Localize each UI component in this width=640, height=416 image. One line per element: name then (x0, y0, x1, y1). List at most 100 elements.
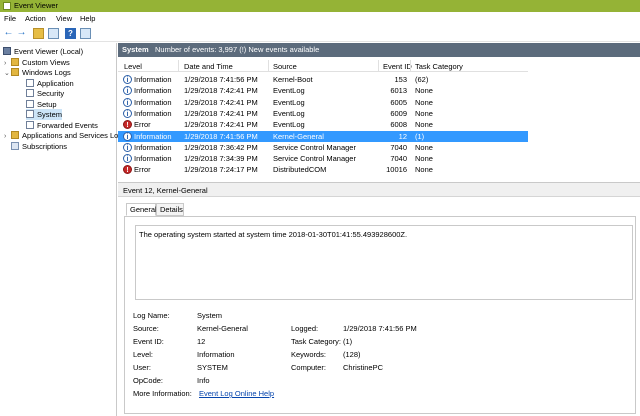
console-tree-icon[interactable] (48, 28, 59, 39)
tree-item-label: Application (37, 78, 74, 88)
window-title: Event Viewer (14, 1, 59, 10)
event-id-cell: 153 (394, 75, 407, 84)
menu-view[interactable]: View (56, 14, 72, 23)
menu-bar: File Action View Help (0, 12, 640, 25)
forward-arrow-icon[interactable]: → (16, 28, 27, 39)
information-icon: i (123, 108, 132, 118)
table-row[interactable]: i Information 1/29/2018 7:42:41 PM EventLog… (118, 97, 528, 108)
navigation-tree: Event Viewer (Local) › Custom Views ⌄ Window… (0, 43, 118, 416)
value-opcode[interactable]: Info (197, 376, 210, 385)
event-message[interactable]: The operating system started at system t… (135, 225, 633, 300)
log-icon (26, 78, 34, 87)
menu-help[interactable]: Help (80, 14, 95, 23)
value-computer[interactable]: ChristinePC (343, 363, 383, 372)
event-detail-panel: Event 12, Kernel-General General Details… (118, 182, 640, 416)
log-name-heading: System (122, 45, 149, 54)
task-category-cell: None (415, 108, 433, 118)
column-task-category[interactable]: Task Category (415, 62, 463, 71)
event-log-online-help-link[interactable]: Event Log Online Help (199, 389, 274, 398)
table-row[interactable]: ! Error 1/29/2018 7:42:41 PM EventLog 6008 No… (118, 119, 528, 130)
tree-item-windows-logs[interactable]: ⌄ Windows Logs (4, 67, 71, 78)
table-row[interactable]: i Information 1/29/2018 7:36:42 PM Service … (118, 142, 528, 153)
event-id-cell: 7040 (390, 142, 407, 152)
log-icon (26, 120, 34, 129)
column-source[interactable]: Source (273, 62, 297, 71)
value-task-category[interactable]: (1) (343, 337, 352, 346)
title-bar: Event Viewer (0, 0, 640, 12)
event-count: Number of events: 3,997 (!) New events a… (155, 45, 320, 54)
detail-header: Event 12, Kernel-General (118, 183, 640, 197)
task-category-cell: (62) (415, 75, 429, 84)
tree-item-label: Forwarded Events (37, 120, 98, 130)
value-logged[interactable]: 1/29/2018 7:41:56 PM (343, 324, 417, 333)
label-opcode: OpCode: (133, 376, 164, 385)
information-icon: i (123, 131, 132, 141)
label-more-information: More Information: (133, 389, 192, 398)
tree-item-system[interactable]: System (26, 109, 63, 120)
level-cell: Information (134, 108, 172, 118)
value-keywords[interactable]: (128) (343, 350, 361, 359)
tab-general[interactable]: General (126, 203, 157, 216)
label-logged: Logged: (291, 324, 319, 333)
expand-chevron-icon[interactable]: ⌄ (4, 68, 11, 79)
label-task-category: Task Category: (291, 337, 342, 346)
date-time-cell: 1/29/2018 7:42:41 PM (184, 120, 258, 130)
label-user: User: (133, 363, 151, 372)
label-keywords: Keywords: (291, 350, 327, 359)
date-time-cell: 1/29/2018 7:41:56 PM (184, 75, 258, 84)
tree-item-application[interactable]: Application (26, 78, 74, 89)
log-icon (26, 99, 34, 108)
value-log-name[interactable]: System (197, 311, 222, 320)
value-event-id[interactable]: 12 (197, 337, 205, 346)
properties-icon[interactable] (80, 28, 91, 39)
table-row[interactable]: i Information 1/29/2018 7:34:39 PM Service … (118, 153, 528, 164)
label-log-name: Log Name: (133, 311, 170, 320)
open-folder-icon[interactable] (33, 28, 44, 39)
value-user[interactable]: SYSTEM (197, 363, 228, 372)
tree-item-event-viewer-local[interactable]: Event Viewer (Local) (3, 46, 83, 57)
help-icon[interactable]: ? (65, 28, 76, 39)
event-id-cell: 10016 (386, 165, 407, 175)
date-time-cell: 1/29/2018 7:34:39 PM (184, 154, 258, 164)
tree-item-setup[interactable]: Setup (26, 99, 57, 110)
tree-item-label: Applications and Services Lo (22, 131, 119, 140)
tree-item-subscriptions[interactable]: Subscriptions (4, 141, 67, 152)
value-source[interactable]: Kernel-General (197, 324, 248, 333)
tab-details[interactable]: Details (156, 203, 184, 216)
table-row[interactable]: i Information 1/29/2018 7:42:41 PM EventLog… (118, 108, 528, 119)
source-cell: Service Control Manager (273, 142, 356, 152)
table-row[interactable]: i Information 1/29/2018 7:42:41 PM EventLog… (118, 85, 528, 96)
error-icon: ! (123, 165, 132, 175)
subscriptions-icon (11, 141, 19, 150)
back-arrow-icon[interactable]: ← (3, 28, 14, 39)
tree-item-security[interactable]: Security (26, 88, 64, 99)
event-id-cell: 7040 (390, 154, 407, 164)
menu-file[interactable]: File (4, 14, 16, 23)
log-header: System Number of events: 3,997 (!) New e… (118, 43, 640, 57)
tree-item-custom-views[interactable]: › Custom Views (4, 57, 70, 68)
event-viewer-app-icon (3, 2, 11, 10)
source-cell: EventLog (273, 120, 305, 130)
column-level[interactable]: Level (124, 62, 142, 71)
table-row[interactable]: i Information 1/29/2018 7:41:56 PM Kernel-B… (118, 74, 528, 85)
date-time-cell: 1/29/2018 7:42:41 PM (184, 108, 258, 118)
folder-icon (11, 131, 19, 139)
task-category-cell: None (415, 86, 433, 96)
toolbar: ← → ? (0, 25, 640, 42)
date-time-cell: 1/29/2018 7:36:42 PM (184, 142, 258, 152)
tree-item-forwarded-events[interactable]: Forwarded Events (26, 120, 98, 131)
column-event-id[interactable]: Event ID (383, 62, 412, 71)
menu-action[interactable]: Action (25, 14, 46, 23)
table-row[interactable]: i Information 1/29/2018 7:41:56 PM Kernel-G… (118, 130, 528, 142)
tree-item-applications-and-services-lo[interactable]: › Applications and Services Lo (4, 130, 118, 141)
column-date-time[interactable]: Date and Time (184, 62, 233, 71)
tree-item-label: Subscriptions (22, 141, 68, 151)
task-category-cell: None (415, 165, 433, 175)
general-tab-pane: The operating system started at system t… (124, 216, 636, 414)
source-cell: Kernel-General (273, 131, 324, 141)
task-category-cell: None (415, 97, 433, 107)
error-icon: ! (123, 120, 132, 130)
level-cell: Information (134, 131, 172, 141)
value-level[interactable]: Information (197, 350, 235, 359)
table-row[interactable]: ! Error 1/29/2018 7:24:17 PM DistributedCOM… (118, 164, 528, 175)
